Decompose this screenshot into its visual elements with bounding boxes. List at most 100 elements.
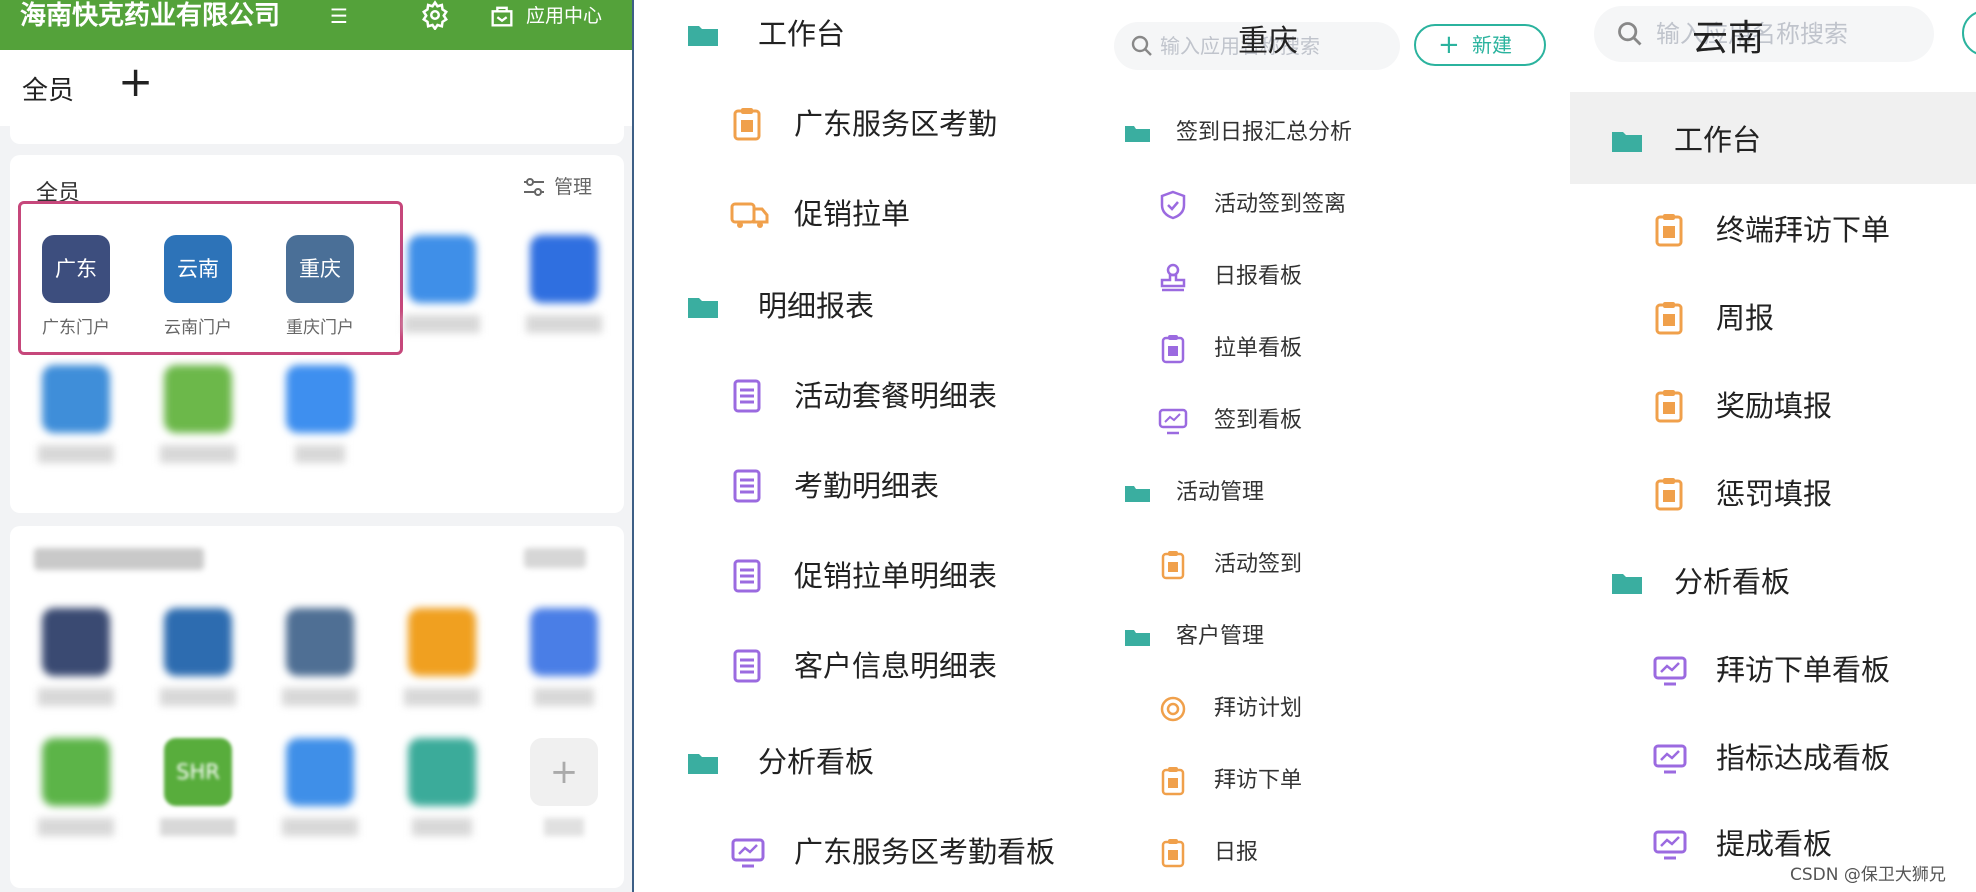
menu-label: 签到看板 (1214, 408, 1303, 433)
menu-label: 提成看板 (1716, 827, 1833, 861)
app-blurred[interactable] (26, 738, 126, 836)
menu-label: 日报看板 (1214, 264, 1303, 289)
app-blurred[interactable] (270, 738, 370, 836)
menu-label: 客户信息明细表 (794, 649, 998, 683)
add-app-button[interactable]: + (514, 738, 614, 836)
shield-check-icon (1160, 190, 1186, 220)
document-icon (733, 649, 761, 683)
app-label (295, 445, 345, 463)
menu-label: 指标达成看板 (1716, 741, 1891, 775)
gear-icon[interactable] (420, 0, 454, 32)
app-blurred[interactable] (26, 608, 126, 706)
menu-label: 客户管理 (1176, 624, 1265, 649)
app-blurred[interactable] (148, 365, 248, 463)
clipboard-icon (1655, 478, 1683, 511)
app-label: 云南门户 (164, 318, 232, 338)
menu-label: 活动签到签离 (1214, 192, 1347, 217)
yunnan-menu-panel: 输入应用名称搜索 云南 工作台 终端拜访下单 周报 奖励填报 惩罚填报 分析看板… (1570, 0, 1976, 892)
new-button[interactable]: + 新建 (1414, 24, 1546, 66)
monitor-chart-icon (1158, 408, 1188, 435)
menu-label: 拉单看板 (1214, 336, 1303, 361)
app-label (534, 688, 594, 706)
app-tile (408, 235, 476, 303)
app-tile (164, 608, 232, 676)
menu-label: 促销拉单 (794, 197, 911, 231)
menu-label: 拜访下单 (1214, 768, 1303, 793)
app-shr[interactable]: SHR (148, 738, 248, 836)
menu-label: 惩罚填报 (1716, 477, 1833, 511)
app-tile (530, 608, 598, 676)
mobile-workbench-panel: 海南快克药业有限公司 ☰ 应用中心 全员 + 全员 管理 广东 广东门户 云南 … (0, 0, 634, 892)
menu-label: 拜访计划 (1214, 696, 1303, 721)
app-tile (408, 738, 476, 806)
menu-label: 签到日报汇总分析 (1176, 120, 1353, 145)
app-blurred[interactable] (26, 365, 126, 463)
app-blurred[interactable] (392, 608, 492, 706)
app-tile (286, 738, 354, 806)
truck-icon (730, 202, 769, 228)
plus-icon: + (530, 738, 598, 806)
folder-icon (1125, 126, 1150, 142)
clipboard-icon (733, 108, 761, 141)
new-button-label: 新建 (1472, 33, 1512, 57)
app-guangdong-portal[interactable]: 广东 广东门户 (26, 235, 126, 338)
app-tile (408, 608, 476, 676)
app-blurred[interactable] (392, 738, 492, 836)
tabs-bar: 全员 + (0, 50, 632, 126)
document-icon (733, 379, 761, 413)
app-label (160, 818, 236, 836)
menu-label: 周报 (1716, 301, 1775, 335)
app-tile (286, 365, 354, 433)
app-blurred[interactable] (514, 608, 614, 706)
stamp-icon (1160, 263, 1186, 292)
app-tile: 云南 (164, 235, 232, 303)
card-manage-blurred[interactable] (524, 548, 586, 568)
clipboard-icon (1161, 839, 1185, 868)
folder-icon (1125, 486, 1150, 502)
app-blurred[interactable] (514, 235, 614, 333)
clipboard-icon (1161, 551, 1185, 580)
menu-label: 促销拉单明细表 (794, 559, 998, 593)
folder-icon (1612, 132, 1642, 152)
clipboard-icon (1161, 767, 1185, 796)
menu-label: 广东服务区考勤 (794, 107, 998, 141)
app-blurred[interactable] (270, 608, 370, 706)
menu-label: 日报 (1214, 840, 1259, 865)
app-label (160, 445, 236, 463)
app-label (412, 818, 472, 836)
app-yunnan-portal[interactable]: 云南 云南门户 (148, 235, 248, 338)
target-icon (1160, 696, 1186, 722)
search-icon (1618, 22, 1642, 46)
document-icon (733, 469, 761, 503)
company-name[interactable]: 海南快克药业有限公司 (20, 0, 280, 32)
menu-label: 分析看板 (758, 745, 875, 779)
menu-label: 终端拜访下单 (1716, 213, 1891, 247)
new-button-partial[interactable] (1962, 10, 1976, 56)
chongqing-search-input[interactable]: 输入应用名称搜索 重庆 (1114, 22, 1400, 70)
menu-icon[interactable]: ☰ (330, 0, 348, 32)
manage-label: 管理 (554, 176, 593, 198)
app-label (38, 445, 114, 463)
monitor-chart-icon (1653, 656, 1687, 686)
app-tile (286, 608, 354, 676)
app-tile (42, 365, 110, 433)
app-label (38, 818, 114, 836)
folder-icon (1125, 630, 1150, 646)
yunnan-search-input[interactable]: 输入应用名称搜索 云南 (1594, 6, 1934, 62)
app-blurred[interactable] (148, 608, 248, 706)
menu-label: 工作台 (1674, 123, 1762, 157)
menu-label: 工作台 (758, 17, 846, 51)
app-blurred[interactable] (270, 365, 370, 463)
app-center-label: 应用中心 (526, 5, 603, 27)
plus-icon: + (1438, 30, 1460, 60)
app-label (404, 315, 480, 333)
app-chongqing-portal[interactable]: 重庆 重庆门户 (270, 235, 370, 338)
app-label: 重庆门户 (286, 318, 354, 338)
app-blurred[interactable] (392, 235, 492, 333)
clipboard-icon (1161, 335, 1185, 364)
top-card-edge (10, 118, 624, 144)
document-icon (733, 559, 761, 593)
add-tab-button[interactable]: + (118, 60, 153, 104)
app-center-icon (491, 6, 513, 27)
tab-all-staff[interactable]: 全员 (22, 70, 74, 107)
